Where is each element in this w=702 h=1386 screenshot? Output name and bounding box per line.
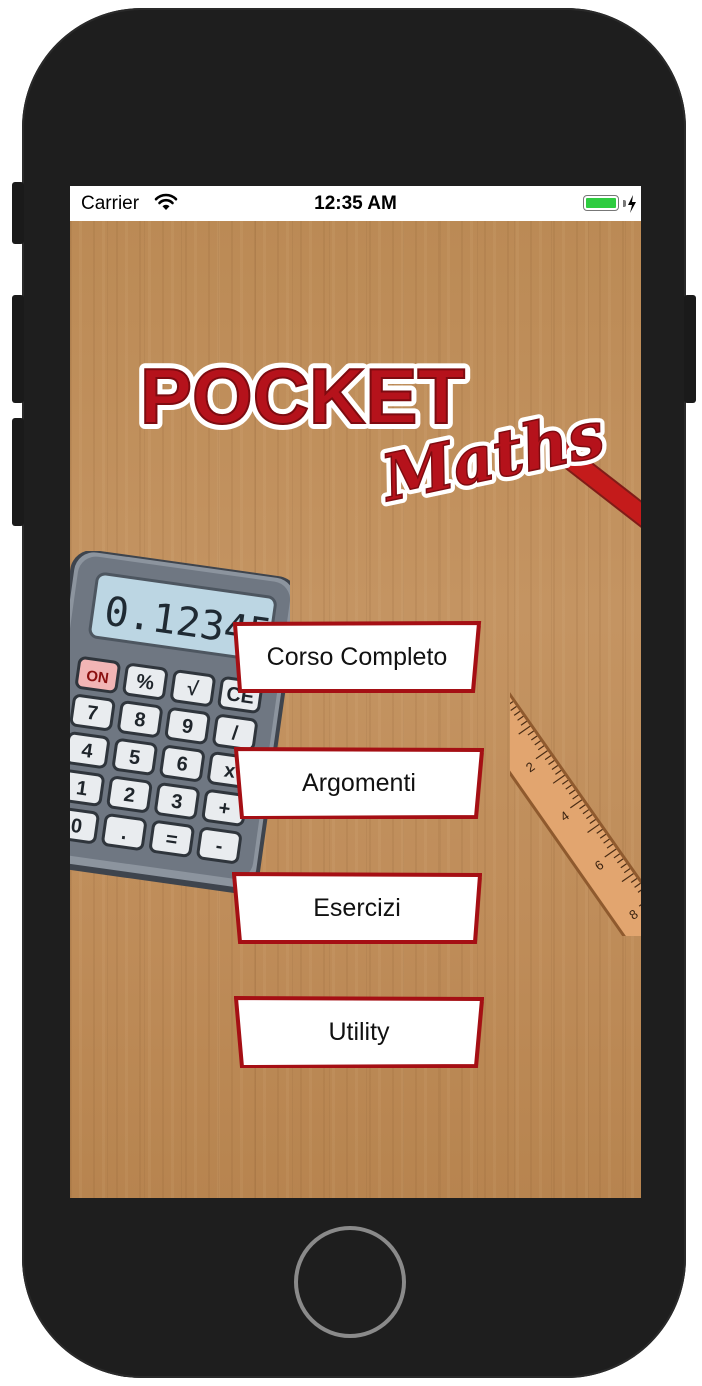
volume-down-button <box>12 418 24 526</box>
ruler-image: 02468 <box>510 688 641 936</box>
mute-switch <box>12 182 24 244</box>
battery-icon <box>583 195 619 211</box>
argomenti-label: Argomenti <box>302 768 416 797</box>
utility-label: Utility <box>328 1017 390 1046</box>
battery-fill <box>586 198 616 208</box>
status-bar: Carrier 12:35 AM <box>70 186 641 221</box>
app-screen: Carrier 12:35 AM POCKET POCKET Maths Mat… <box>70 186 641 1198</box>
pocket-maths-logo: POCKET POCKET Maths Maths <box>134 351 641 528</box>
volume-up-button <box>12 295 24 403</box>
charging-bolt-icon <box>628 195 636 213</box>
calculator-key-label: ON <box>85 667 110 687</box>
esercizi-button[interactable]: Esercizi <box>232 872 482 944</box>
utility-button[interactable]: Utility <box>234 996 484 1068</box>
esercizi-label: Esercizi <box>313 893 401 922</box>
corso-completo-label: Corso Completo <box>266 642 448 671</box>
calculator-image: 0.12345 ON% √ CE7 8 9/4 5 6 x1 2 3 +0. = - <box>70 551 290 894</box>
power-button <box>684 295 696 403</box>
argomenti-button[interactable]: Argomenti <box>234 747 484 819</box>
logo-pocket-text: POCKET <box>140 352 465 440</box>
wood-background: POCKET POCKET Maths Maths 0.12345 ON% √ CE… <box>70 221 641 1198</box>
clock-label: 12:35 AM <box>314 193 397 214</box>
home-button[interactable] <box>294 1226 406 1338</box>
corso-completo-button[interactable]: Corso Completo <box>232 621 482 693</box>
battery-cap <box>623 200 626 207</box>
calculator-key-label: % <box>135 670 156 694</box>
